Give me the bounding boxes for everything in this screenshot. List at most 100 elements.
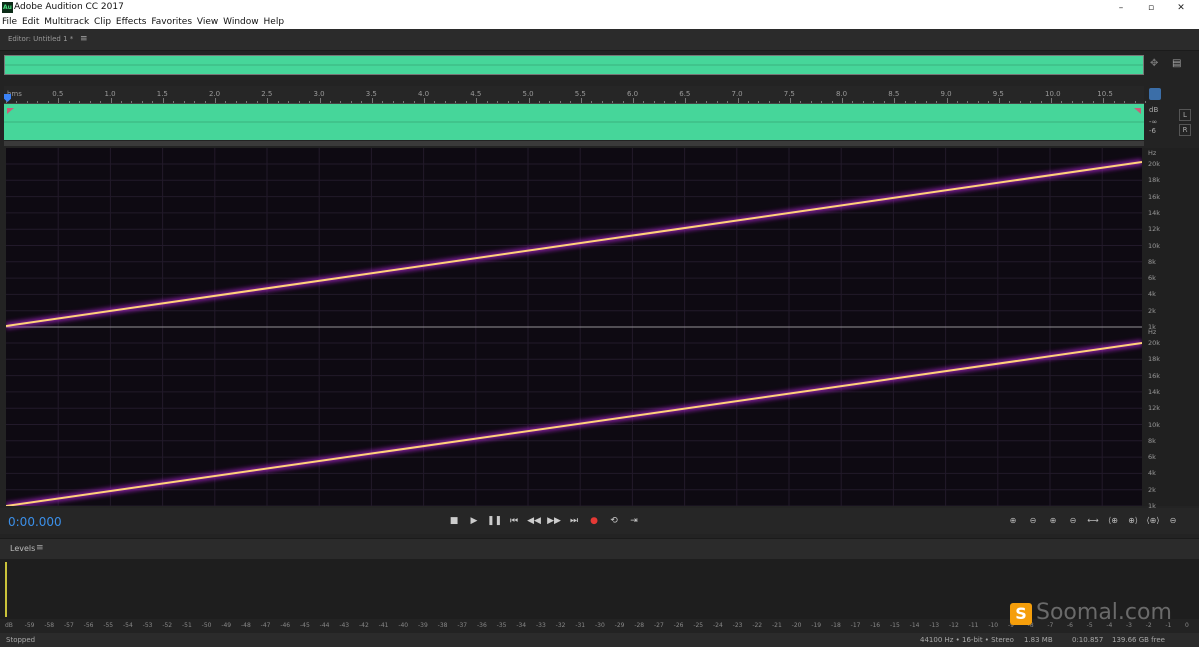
level-scale-label: -54 bbox=[123, 622, 133, 629]
menu-clip[interactable]: Clip bbox=[94, 16, 111, 29]
menu-favorites[interactable]: Favorites bbox=[151, 16, 192, 29]
ruler-tick-mark bbox=[444, 101, 446, 103]
menu-view[interactable]: View bbox=[197, 16, 218, 29]
view-menu-icon[interactable]: ▤ bbox=[1172, 58, 1181, 69]
ruler-tick-mark bbox=[392, 101, 394, 103]
soomal-logo-icon: S bbox=[1010, 603, 1032, 625]
status-state: Stopped bbox=[6, 636, 36, 644]
loop-playback-button[interactable]: ⟲ bbox=[607, 514, 621, 528]
status-free-space: 139.66 GB free bbox=[1112, 636, 1165, 644]
ruler-tick-mark bbox=[507, 101, 509, 103]
ruler-tick-mark bbox=[758, 101, 760, 103]
ruler-tick-label: 7.0 bbox=[731, 90, 743, 98]
fade-out-handle[interactable] bbox=[1134, 108, 1141, 114]
zoom-navigator-icon[interactable]: ✥ bbox=[1150, 58, 1158, 69]
zoom-out-full-button[interactable]: ⊖ bbox=[1164, 514, 1182, 528]
ruler-tick-mark bbox=[936, 101, 938, 103]
go-to-start-button[interactable]: ⏮ bbox=[507, 514, 521, 528]
editor-tab[interactable]: Editor: Untitled 1 * bbox=[8, 35, 73, 43]
frequency-tick-label: 10k bbox=[1148, 420, 1161, 429]
hamburger-icon[interactable]: ≡ bbox=[80, 34, 88, 44]
minimize-button[interactable]: – bbox=[1106, 1, 1136, 15]
status-file-size: 1.83 MB bbox=[1024, 636, 1053, 644]
ruler-tick-mark bbox=[235, 101, 237, 103]
record-button[interactable]: ● bbox=[587, 514, 601, 528]
ruler-tick-label: 5.5 bbox=[574, 90, 586, 98]
level-scale-label: -31 bbox=[575, 622, 586, 629]
menu-window[interactable]: Window bbox=[223, 16, 259, 29]
level-scale-label: -55 bbox=[103, 622, 114, 629]
level-scale-label: -13 bbox=[929, 622, 940, 629]
ruler-tick-label: 1.5 bbox=[156, 90, 168, 98]
level-scale-label: -59 bbox=[24, 622, 35, 629]
spectral-frequency-display[interactable] bbox=[6, 148, 1142, 506]
level-scale-label: -10 bbox=[988, 622, 999, 629]
ruler-tick-label: 9.0 bbox=[940, 90, 952, 98]
ruler-tick-mark bbox=[737, 98, 739, 103]
maximize-button[interactable]: ▫ bbox=[1136, 1, 1166, 15]
window-title: Adobe Audition CC 2017 bbox=[14, 2, 124, 12]
ruler-tick-label: 8.0 bbox=[836, 90, 848, 98]
frequency-tick-label: 6k bbox=[1148, 274, 1156, 283]
right-channel-toggle[interactable]: R bbox=[1179, 124, 1191, 136]
ruler-tick-mark bbox=[559, 101, 561, 103]
zoom-full-button[interactable]: ⟷ bbox=[1084, 514, 1102, 528]
ruler-tick-mark bbox=[246, 101, 248, 103]
frequency-tick-label: 10k bbox=[1148, 241, 1161, 250]
overview-waveform[interactable] bbox=[4, 55, 1144, 75]
menu-help[interactable]: Help bbox=[264, 16, 285, 29]
ruler-tick-label: 9.5 bbox=[992, 90, 1004, 98]
ruler-tick-label: 10.5 bbox=[1097, 90, 1113, 98]
frequency-tick-label: 2k bbox=[1148, 485, 1156, 494]
menu-effects[interactable]: Effects bbox=[116, 16, 147, 29]
go-to-end-button[interactable]: ⏭ bbox=[567, 514, 581, 528]
level-scale-label: dB bbox=[5, 622, 13, 629]
menu-edit[interactable]: Edit bbox=[22, 16, 39, 29]
zoom-in-amplitude-button[interactable]: ⊕ bbox=[1004, 514, 1022, 528]
time-display[interactable]: 0:00.000 bbox=[8, 515, 62, 529]
hamburger-icon[interactable]: ≡ bbox=[36, 543, 44, 553]
stop-button[interactable]: ■ bbox=[447, 514, 461, 528]
spectrogram bbox=[6, 148, 1142, 506]
level-scale-label: -20 bbox=[791, 622, 802, 629]
level-scale-label: -29 bbox=[614, 622, 625, 629]
level-scale-label: -21 bbox=[772, 622, 782, 629]
ruler-tick-mark bbox=[580, 98, 582, 103]
zoom-in-at-in-point-button[interactable]: ⟨⊕ bbox=[1104, 514, 1122, 528]
play-button[interactable]: ▶ bbox=[467, 514, 481, 528]
levels-tab[interactable]: Levels bbox=[10, 544, 35, 553]
ruler-tick-mark bbox=[298, 101, 300, 103]
time-ruler-lock-button[interactable] bbox=[1149, 88, 1161, 100]
zoom-in-time-button[interactable]: ⊕ bbox=[1044, 514, 1062, 528]
ruler-tick-mark bbox=[120, 101, 122, 103]
menu-file[interactable]: File bbox=[2, 16, 17, 29]
time-ruler[interactable]: hms 0.5 1.0 1.5 2.0 2.5 3.0 3.5 4.0 4.5 5.0 5.5 6.0… bbox=[4, 86, 1147, 104]
zoom-out-amplitude-button[interactable]: ⊖ bbox=[1024, 514, 1042, 528]
menu-multitrack[interactable]: Multitrack bbox=[44, 16, 89, 29]
ruler-tick-mark bbox=[267, 98, 269, 103]
frequency-tick-label: 6k bbox=[1148, 453, 1156, 462]
left-channel-toggle[interactable]: L bbox=[1179, 109, 1191, 121]
level-scale-label: -24 bbox=[713, 622, 723, 629]
ruler-tick-mark bbox=[925, 101, 927, 103]
skip-selection-button[interactable]: ⇥ bbox=[627, 514, 641, 528]
ruler-tick-mark bbox=[862, 101, 864, 103]
fast-forward-button[interactable]: ▶▶ bbox=[547, 514, 561, 528]
fade-in-handle[interactable] bbox=[7, 108, 14, 114]
ruler-tick-mark bbox=[779, 101, 781, 103]
ruler-tick-mark bbox=[434, 101, 436, 103]
ruler-tick-label: 8.5 bbox=[888, 90, 900, 98]
horizontal-scrollbar[interactable] bbox=[4, 141, 1144, 146]
level-scale-label: -43 bbox=[339, 622, 350, 629]
ruler-tick-label: 3.5 bbox=[365, 90, 377, 98]
rewind-button[interactable]: ◀◀ bbox=[527, 514, 541, 528]
pause-button[interactable]: ❚❚ bbox=[487, 514, 502, 528]
close-button[interactable]: ✕ bbox=[1166, 1, 1196, 15]
level-scale-label: -14 bbox=[909, 622, 920, 629]
ruler-tick-label: 7.5 bbox=[783, 90, 795, 98]
ruler-tick-mark bbox=[1019, 101, 1021, 103]
zoom-in-at-out-point-button[interactable]: ⊕⟩ bbox=[1124, 514, 1142, 528]
zoom-out-time-button[interactable]: ⊖ bbox=[1064, 514, 1082, 528]
zoom-selection-button[interactable]: ⟨⊕⟩ bbox=[1144, 514, 1162, 528]
frequency-tick-label: 2k bbox=[1148, 306, 1156, 315]
